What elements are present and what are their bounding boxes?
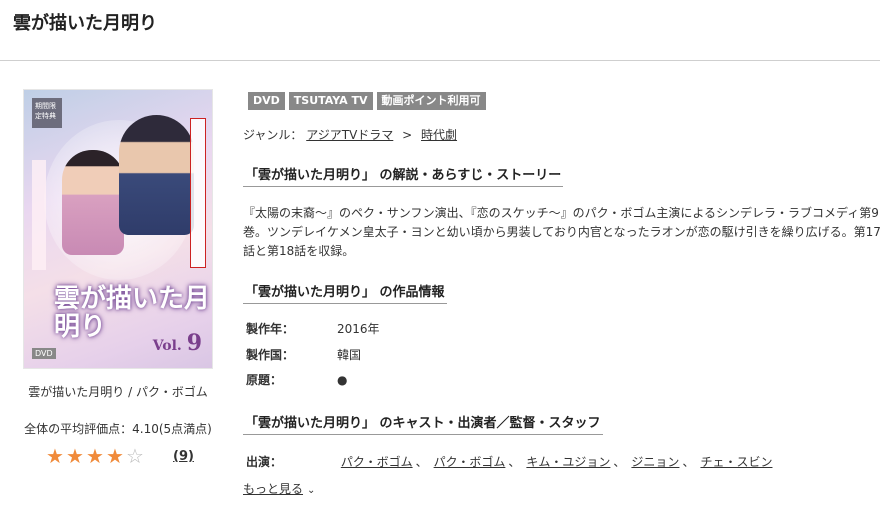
cover-figure-woman — [62, 150, 124, 255]
cover-figure-man — [119, 115, 194, 235]
rating-stars: ★ ★ ★ ★ ☆ — [46, 446, 146, 466]
cast-link[interactable]: キム・ユジョン — [526, 455, 610, 469]
cast-label: 出演： — [246, 455, 283, 469]
star-icon: ★ — [66, 444, 84, 468]
divider — [0, 60, 880, 61]
star-icon: ☆ — [126, 444, 144, 468]
cover-vol-label: Vol. — [152, 338, 182, 354]
cast-separator: 、 — [508, 455, 521, 469]
show-more-link[interactable]: もっと見る ⌄ — [243, 480, 315, 497]
tag-badge: 動画ポイント利用可 — [376, 92, 486, 110]
genre-link-period-drama[interactable]: 時代劇 — [421, 128, 457, 142]
cast-separator: 、 — [682, 455, 695, 469]
cover-vertical-text-right — [190, 118, 206, 268]
genre-link-asia-tv-drama[interactable]: アジアTVドラマ — [306, 128, 393, 142]
synopsis-text: 『太陽の末裔～』のペク・サンフン演出、『恋のスケッチ～』のパク・ボゴム主演による… — [243, 206, 880, 258]
synopsis-heading: 「雲が描いた月明り」 の解説・あらすじ・ストーリー — [243, 164, 564, 187]
cast-heading: 「雲が描いた月明り」 のキャスト・出演者／監督・スタッフ — [243, 412, 603, 435]
tag-badge: DVD — [248, 92, 285, 110]
info-key: 製作国： — [246, 348, 295, 362]
genre-separator: > — [402, 128, 413, 142]
genre-label: ジャンル： — [243, 128, 303, 142]
cast-separator: 、 — [415, 455, 428, 469]
star-icon: ★ — [46, 444, 64, 468]
star-icon: ★ — [86, 444, 104, 468]
info-value: 2016年 — [337, 322, 380, 336]
cover-badge: 期間限定特典 — [32, 98, 62, 128]
show-more-label: もっと見る — [243, 482, 304, 496]
info-value: ● — [337, 373, 348, 387]
star-icon: ★ — [106, 444, 124, 468]
rating-text: 全体の平均評価点：4.10(5点満点) — [24, 422, 212, 436]
dvd-cover-image[interactable]: 期間限定特典 雲が描いた月明り Vol. 9 DVD — [23, 89, 213, 369]
cover-dvd-mark: DVD — [32, 348, 56, 359]
cover-caption: 雲が描いた月明り / パク・ボゴム — [28, 385, 208, 399]
review-count-link[interactable]: (9) — [173, 449, 194, 464]
genre-breadcrumb: ジャンル： アジアTVドラマ > 時代劇 — [243, 126, 457, 143]
cover-volume: Vol. 9 — [153, 330, 202, 356]
info-row-year: 製作年： 2016年 — [246, 320, 380, 337]
page-title: 雲が描いた月明り — [13, 13, 157, 34]
chevron-down-icon: ⌄ — [307, 485, 316, 496]
info-heading: 「雲が描いた月明り」 の作品情報 — [243, 281, 447, 304]
info-key: 原題： — [246, 373, 283, 387]
cast-link[interactable]: パク・ボゴム — [434, 455, 506, 469]
tag-badge: TSUTAYA TV — [288, 92, 373, 110]
cast-link[interactable]: ジニョン — [631, 455, 679, 469]
cover-vol-number: 9 — [186, 330, 202, 356]
info-key: 製作年： — [246, 322, 295, 336]
info-row-country: 製作国： 韓国 — [246, 346, 361, 363]
cast-row: 出演： パク・ボゴム、パク・ボゴム、キム・ユジョン、ジニョン、チェ・スビン — [246, 453, 772, 470]
cast-link[interactable]: チェ・スビン — [700, 455, 772, 469]
cast-separator: 、 — [613, 455, 626, 469]
tag-list: DVD TSUTAYA TV 動画ポイント利用可 — [248, 92, 486, 110]
cover-vertical-text-left — [32, 160, 46, 270]
cast-link[interactable]: パク・ボゴム — [341, 455, 413, 469]
info-row-original-title: 原題： ● — [246, 371, 347, 388]
info-value: 韓国 — [337, 348, 362, 362]
